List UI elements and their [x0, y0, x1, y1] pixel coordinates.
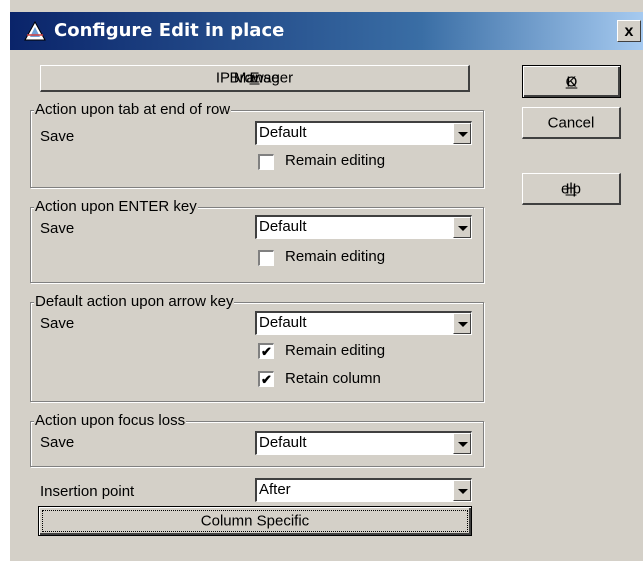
- remain-editing-label: Remain editing: [285, 152, 386, 169]
- group-title: Action upon focus loss: [34, 412, 187, 429]
- insertion-point-select[interactable]: After: [255, 478, 472, 502]
- group-title: Action upon ENTER key: [34, 198, 198, 215]
- ok-button[interactable]: OK: [522, 65, 621, 98]
- title-bar: Configure Edit in place x: [10, 12, 643, 50]
- chevron-down-icon[interactable]: [453, 217, 471, 238]
- app-icon: [24, 20, 46, 41]
- cancel-label: Cancel: [547, 114, 595, 131]
- focus-loss-save-select[interactable]: Default: [255, 431, 472, 455]
- remain-editing-label: Remain editing: [285, 342, 386, 359]
- enter-key-save-select[interactable]: Default: [255, 215, 472, 239]
- insertion-point-label: Insertion point: [40, 483, 135, 500]
- column-specific-button[interactable]: Column Specific: [38, 506, 472, 536]
- arrow-key-save-select[interactable]: Default: [255, 311, 472, 335]
- save-label: Save: [40, 128, 75, 145]
- select-value: Default: [259, 314, 307, 331]
- remain-editing-label: Remain editing: [285, 248, 386, 265]
- browse-eip-manager-button[interactable]: Browse E IP Manager: [40, 65, 470, 92]
- chevron-down-icon[interactable]: [453, 480, 471, 501]
- tab-end-save-select[interactable]: Default: [255, 121, 472, 145]
- chevron-down-icon[interactable]: [453, 313, 471, 334]
- select-value: Default: [259, 218, 307, 235]
- group-title: Default action upon arrow key: [34, 293, 235, 310]
- save-label: Save: [40, 220, 75, 237]
- help-button[interactable]: Help: [522, 173, 621, 205]
- chevron-down-icon[interactable]: [453, 433, 471, 454]
- window-title: Configure Edit in place: [54, 20, 285, 41]
- enter-key-remain-editing-checkbox[interactable]: [258, 250, 274, 266]
- retain-column-label: Retain column: [285, 370, 381, 387]
- save-label: Save: [40, 434, 75, 451]
- cancel-button[interactable]: Cancel: [522, 107, 621, 139]
- chevron-down-icon[interactable]: [453, 123, 471, 144]
- tab-end-remain-editing-checkbox[interactable]: [258, 154, 274, 170]
- save-label: Save: [40, 315, 75, 332]
- select-value: Default: [259, 124, 307, 141]
- group-title: Action upon tab at end of row: [34, 101, 232, 118]
- column-specific-label: Column Specific: [200, 512, 310, 530]
- close-icon: x: [624, 23, 634, 40]
- select-value: After: [259, 481, 291, 498]
- arrow-key-remain-editing-checkbox[interactable]: ✔: [258, 343, 274, 359]
- close-button[interactable]: x: [617, 20, 641, 42]
- select-value: Default: [259, 434, 307, 451]
- arrow-key-retain-column-checkbox[interactable]: ✔: [258, 371, 274, 387]
